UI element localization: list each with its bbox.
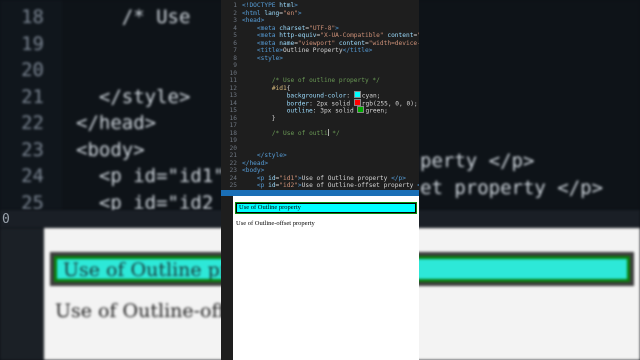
background-strip-number: 0 bbox=[2, 212, 10, 227]
background-code-line: </head> bbox=[76, 112, 157, 134]
background-code-line: </style> bbox=[76, 85, 191, 108]
browser-preview: Use of Outline property Use of Outline-o… bbox=[233, 196, 419, 360]
background-line-number: 20 bbox=[21, 59, 44, 81]
paragraph-id2: Use of Outline-offset property bbox=[236, 220, 315, 227]
background-code-fragment: et property </p> bbox=[420, 177, 604, 199]
background-side-bar bbox=[0, 228, 44, 360]
paragraph-id1-text: Use of Outline property bbox=[239, 204, 301, 211]
background-code-fragment: perty </p> bbox=[420, 150, 535, 172]
background-code-line: <p id="id1" bbox=[76, 165, 225, 187]
background-line-number: 18 bbox=[21, 6, 44, 28]
background-line-number: 24 bbox=[21, 165, 44, 187]
background-code-line: /* Use bbox=[76, 6, 191, 28]
paragraph-id1: Use of Outline property bbox=[236, 203, 416, 213]
background-line-number: 23 bbox=[21, 138, 44, 161]
background-line-number: 21 bbox=[21, 85, 44, 108]
background-code-line: <body> bbox=[76, 138, 145, 161]
paragraph-outline: Use of Outline property bbox=[235, 202, 417, 214]
background-line-number: 19 bbox=[21, 32, 44, 55]
background-line-number: 22 bbox=[21, 112, 44, 134]
video-frame: 1 <!DOCTYPE html> 2 <html lang="en"> 3 <head>… bbox=[221, 0, 419, 360]
code-editor[interactable]: 1 <!DOCTYPE html> 2 <html lang="en"> 3 <head>… bbox=[221, 0, 419, 190]
